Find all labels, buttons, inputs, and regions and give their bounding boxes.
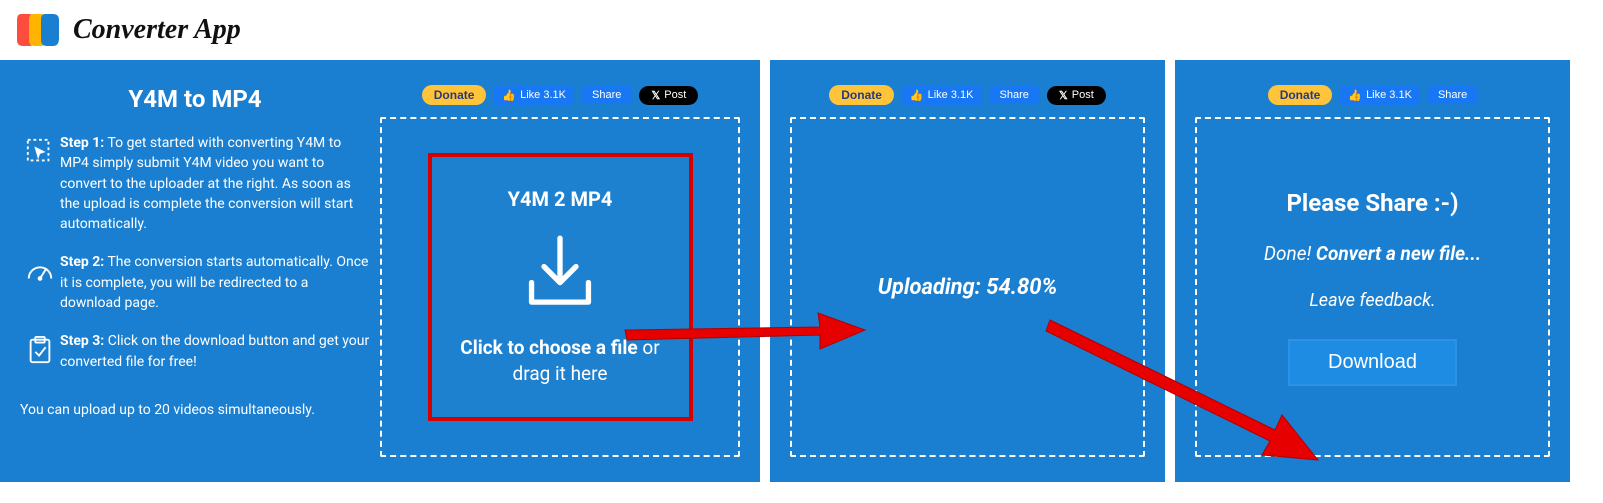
- x-icon: 𝕏: [651, 89, 660, 102]
- done-line: Done! Convert a new file...: [1264, 242, 1481, 265]
- step-2-text: Step 2: The conversion starts automatica…: [60, 252, 370, 313]
- x-post-button[interactable]: 𝕏 Post: [639, 86, 698, 105]
- social-row: Donate 👍 Like 3.1K Share 𝕏 Post: [790, 85, 1145, 105]
- fb-like-button[interactable]: 👍 Like 3.1K: [494, 86, 574, 105]
- upload-limit-note: You can upload up to 20 videos simultane…: [20, 402, 370, 418]
- social-row: Donate 👍 Like 3.1K Share 𝕏 Post: [380, 85, 740, 105]
- page-title: Y4M to MP4: [20, 85, 370, 113]
- dropzone-cta: Click to choose a file or drag it here: [447, 335, 674, 386]
- x-icon: 𝕏: [1059, 89, 1068, 102]
- thumbs-up-icon: 👍: [910, 89, 924, 102]
- download-arrow-icon: [515, 231, 605, 315]
- app-header: Converter App: [0, 0, 1603, 60]
- share-title: Please Share :-): [1286, 189, 1458, 217]
- upload-card: Donate 👍 Like 3.1K Share 𝕏 Post Y4M 2 MP4 …: [380, 85, 740, 457]
- step-1: Step 1: To get started with converting Y…: [20, 133, 370, 234]
- dropzone-title: Y4M 2 MP4: [508, 187, 613, 211]
- step-3-text: Step 3: Click on the download button and…: [60, 331, 370, 372]
- step-1-text: Step 1: To get started with converting Y…: [60, 133, 370, 234]
- x-post-label: Post: [1072, 89, 1094, 101]
- app-logo-icon: [15, 10, 63, 50]
- instructions-column: Y4M to MP4 Step 1: To get started with c…: [20, 85, 380, 457]
- x-post-button[interactable]: 𝕏 Post: [1047, 86, 1106, 105]
- fb-share-button[interactable]: Share: [1428, 86, 1477, 104]
- panel-uploading: Donate 👍 Like 3.1K Share 𝕏 Post Uploading:…: [770, 60, 1165, 482]
- fb-like-button[interactable]: 👍 Like 3.1K: [902, 86, 982, 105]
- uploading-dashed-box: Uploading: 54.80%: [790, 117, 1145, 457]
- upload-dashed-box: Y4M 2 MP4 Click to choose a file or drag…: [380, 117, 740, 457]
- fb-like-label: Like 3.1K: [520, 89, 566, 101]
- thumbs-up-icon: 👍: [502, 89, 516, 102]
- file-dropzone[interactable]: Y4M 2 MP4 Click to choose a file or drag…: [428, 153, 693, 420]
- fb-like-label: Like 3.1K: [1366, 89, 1412, 101]
- app-logo-text: Converter App: [73, 14, 241, 46]
- x-post-label: Post: [664, 89, 686, 101]
- donate-button[interactable]: Donate: [1268, 85, 1333, 105]
- step-3: Step 3: Click on the download button and…: [20, 331, 370, 372]
- upload-percent: 54.80%: [986, 275, 1057, 300]
- panel-done: Donate 👍 Like 3.1K Share Please Share :-)…: [1175, 60, 1570, 482]
- done-dashed-box: Please Share :-) Done! Convert a new fil…: [1195, 117, 1550, 457]
- clipboard-check-icon: [20, 331, 60, 372]
- uploading-status: Uploading: 54.80%: [878, 275, 1057, 300]
- social-row: Donate 👍 Like 3.1K Share: [1195, 85, 1550, 105]
- fb-share-button[interactable]: Share: [582, 86, 631, 104]
- panel-instructions-upload: Y4M to MP4 Step 1: To get started with c…: [0, 60, 760, 482]
- fb-like-label: Like 3.1K: [928, 89, 974, 101]
- cursor-icon: [20, 133, 60, 234]
- convert-new-file-link[interactable]: Convert a new file...: [1316, 242, 1481, 265]
- fb-share-button[interactable]: Share: [990, 86, 1039, 104]
- donate-button[interactable]: Donate: [829, 85, 894, 105]
- donate-button[interactable]: Donate: [422, 85, 487, 105]
- feedback-link[interactable]: Leave feedback.: [1309, 290, 1435, 311]
- thumbs-up-icon: 👍: [1348, 89, 1362, 102]
- step-2: Step 2: The conversion starts automatica…: [20, 252, 370, 313]
- download-button[interactable]: Download: [1288, 339, 1457, 386]
- fb-like-button[interactable]: 👍 Like 3.1K: [1340, 86, 1420, 105]
- speed-icon: [20, 252, 60, 313]
- main-row: Y4M to MP4 Step 1: To get started with c…: [0, 60, 1603, 482]
